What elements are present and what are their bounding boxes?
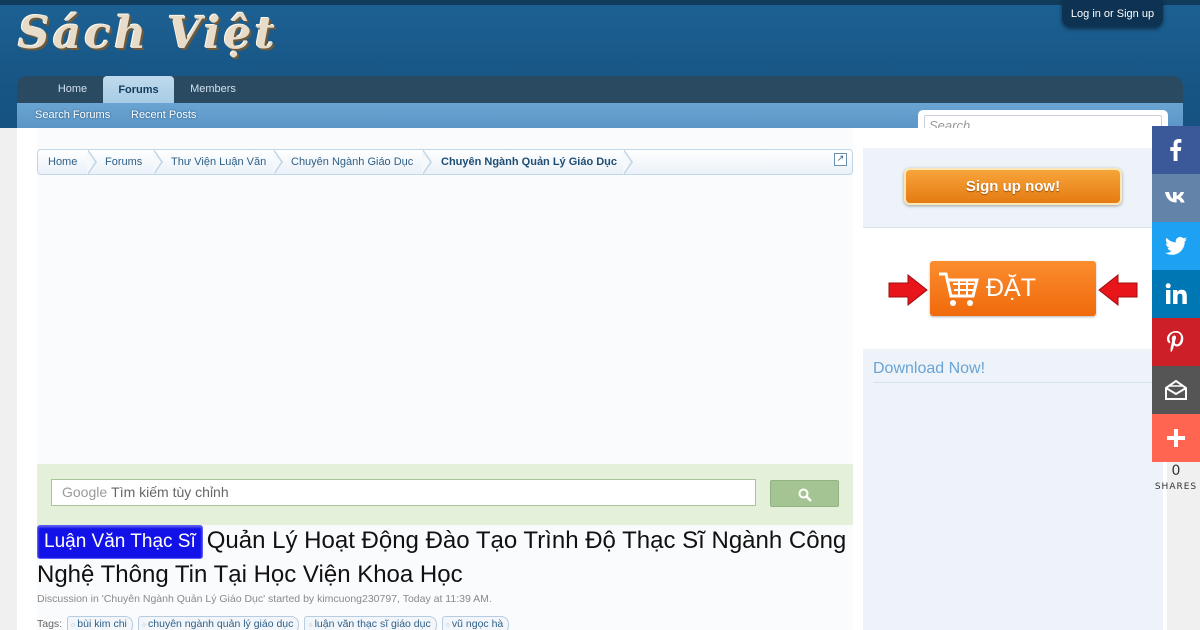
pinterest-icon (1167, 331, 1184, 353)
breadcrumb-giao-duc[interactable]: Chuyên Ngành Giáo Dục (291, 150, 413, 174)
breadcrumb: Home Forums Thư Viện Luận Văn Chuyên Ngà… (37, 149, 853, 175)
breadcrumb-forums[interactable]: Forums (105, 150, 142, 174)
thread-prefix-badge[interactable]: Luận Văn Thạc Sĩ (37, 525, 203, 559)
custom-search-input[interactable]: Google Tìm kiếm tùy chỉnh (51, 479, 756, 506)
login-signup-link[interactable]: Log in or Sign up (1062, 0, 1163, 27)
download-now-heading[interactable]: Download Now! (873, 360, 1153, 383)
more-icon (1167, 429, 1185, 447)
share-pinterest-button[interactable] (1152, 318, 1200, 366)
signup-now-button[interactable]: Sign up now! (904, 168, 1122, 205)
breadcrumb-thu-vien[interactable]: Thư Viện Luận Văn (171, 150, 266, 174)
breadcrumb-separator (422, 150, 432, 174)
breadcrumb-home[interactable]: Home (48, 150, 77, 174)
custom-search-placeholder: Tìm kiếm tùy chỉnh (111, 484, 229, 500)
share-facebook-button[interactable] (1152, 126, 1200, 174)
recent-posts-link[interactable]: Recent Posts (131, 103, 196, 128)
tag-item[interactable]: luận văn thạc sĩ giáo dục (304, 616, 437, 630)
arrow-left-icon (1098, 274, 1138, 306)
tags-label: Tags: (37, 618, 63, 630)
tag-item[interactable]: vũ ngọc hà (441, 616, 510, 630)
breadcrumb-separator (623, 150, 633, 174)
custom-search-button[interactable] (770, 480, 839, 507)
main-navigation: Home Forums Members (17, 76, 1183, 103)
thread-title: Luận Văn Thạc Sĩ Quản Lý Hoạt Động Đào Tạ… (37, 525, 853, 591)
twitter-icon (1165, 236, 1187, 255)
jump-to-icon[interactable]: ↗ (834, 153, 847, 166)
search-forums-link[interactable]: Search Forums (35, 103, 110, 128)
thread-meta: Discussion in 'Chuyên Ngành Quản Lý Giáo… (37, 593, 492, 605)
search-icon (798, 488, 812, 502)
nav-tab-members[interactable]: Members (177, 76, 249, 103)
email-icon (1165, 379, 1187, 400)
breadcrumb-current[interactable]: Chuyên Ngành Quản Lý Giáo Dục (441, 150, 617, 174)
share-more-button[interactable] (1152, 414, 1200, 462)
vk-icon (1165, 192, 1185, 203)
nav-tab-forums[interactable]: Forums (103, 76, 174, 103)
share-count: 0 (1171, 463, 1181, 479)
top-strip (0, 0, 1200, 5)
facebook-icon (1170, 139, 1182, 161)
sidebar-download-block (863, 349, 1163, 630)
share-twitter-button[interactable] (1152, 222, 1200, 270)
arrow-right-icon (888, 274, 928, 306)
breadcrumb-separator (87, 150, 97, 174)
tag-item[interactable]: chuyên ngành quản lý giáo dục (137, 616, 300, 630)
site-logo[interactable]: Sách Việt (18, 8, 278, 68)
share-email-button[interactable] (1152, 366, 1200, 414)
share-linkedin-button[interactable] (1152, 270, 1200, 318)
breadcrumb-separator (273, 150, 283, 174)
share-count-label: SHARES (1154, 482, 1198, 492)
shopping-cart-icon (939, 272, 979, 306)
share-vk-button[interactable] (1152, 174, 1200, 222)
google-brand-label: Google (62, 484, 108, 500)
thread-tags: Tags: bùi kim chi chuyên ngành quản lý g… (37, 616, 853, 630)
order-now-banner[interactable]: ĐẶT MUA (930, 261, 1096, 356)
nav-tab-home[interactable]: Home (41, 76, 104, 103)
tag-item[interactable]: bùi kim chi (67, 616, 133, 630)
linkedin-icon (1165, 283, 1187, 304)
breadcrumb-separator (153, 150, 163, 174)
